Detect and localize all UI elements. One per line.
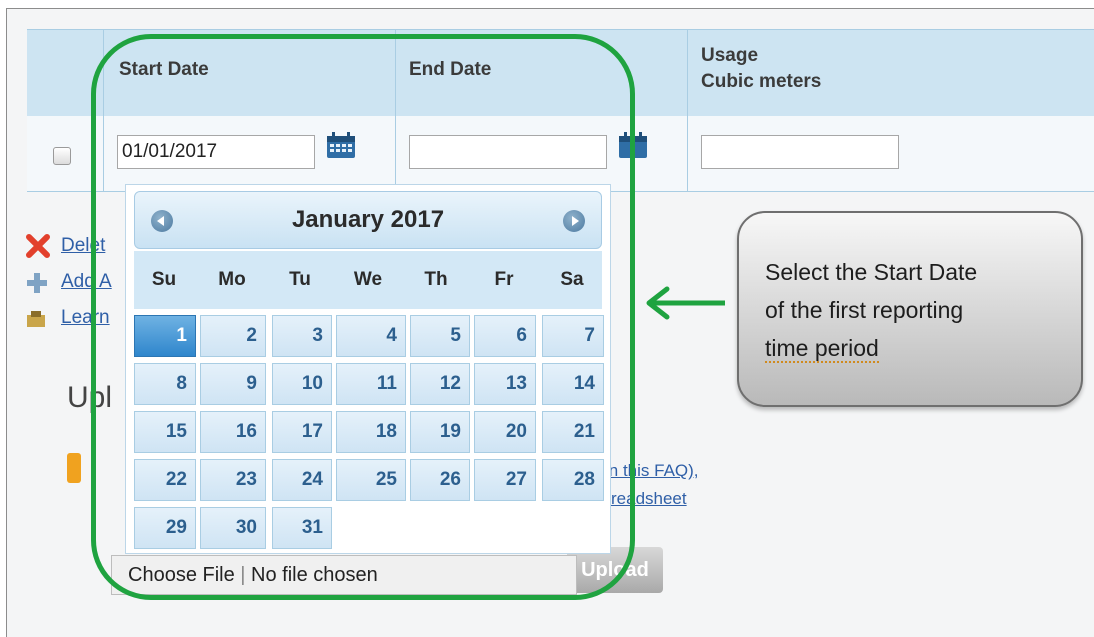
arrow-left-icon [646, 286, 725, 320]
app-frame: Start Date End Date Usage Cubic meters 0… [6, 8, 1094, 637]
usage-header: Usage Cubic meters [701, 43, 821, 95]
usage-header-line1: Usage [701, 45, 759, 66]
callout-line-2: of the first reporting [765, 297, 964, 323]
instruction-callout: Select the Start Date of the first repor… [737, 211, 1083, 407]
row-select-checkbox[interactable] [53, 147, 71, 165]
learn-icon [27, 311, 45, 327]
warning-badge-icon [67, 453, 81, 483]
callout-line-3: time period [765, 335, 879, 363]
add-icon[interactable] [25, 271, 49, 295]
column-divider [687, 29, 688, 191]
usage-header-line2: Cubic meters [701, 71, 822, 92]
callout-text: Select the Start Date of the first repor… [765, 253, 1065, 367]
delete-icon[interactable] [25, 233, 51, 259]
highlight-frame [91, 34, 635, 600]
callout-line-1: Select the Start Date [765, 259, 978, 285]
usage-input[interactable] [701, 135, 899, 169]
